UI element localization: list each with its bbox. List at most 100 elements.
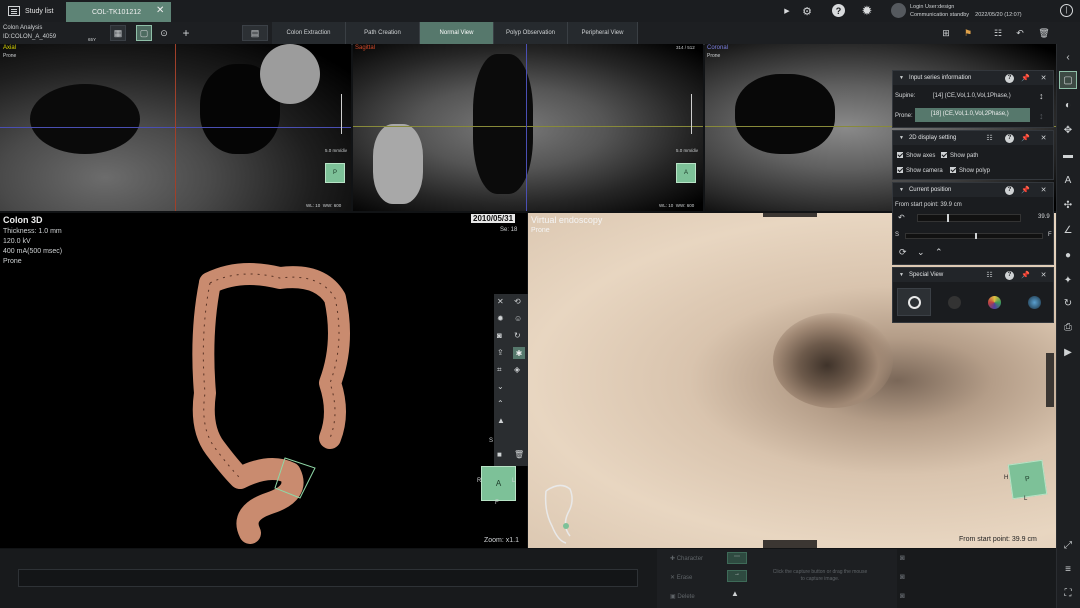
collapse-icon[interactable]: ▼ (899, 135, 904, 141)
endoscopy-orientation-cube[interactable]: P (1007, 459, 1048, 500)
polyp-icon[interactable]: ✦ (1061, 273, 1075, 287)
grid-icon[interactable]: ☷ (990, 25, 1006, 41)
help-icon[interactable]: ? (1005, 134, 1014, 143)
erase-button[interactable]: ✕ Erase (670, 574, 692, 581)
collapse-icon[interactable]: ▼ (899, 187, 904, 193)
delete-button[interactable]: ▣ Delete (670, 593, 695, 600)
grid-icon[interactable]: ☷ (985, 134, 994, 143)
position-slider[interactable] (917, 214, 1021, 222)
study-list-button[interactable]: Study list (8, 4, 53, 18)
arrow-tool-button[interactable]: → (727, 570, 747, 582)
menu-icon[interactable]: ≡ (1061, 562, 1075, 576)
chevron-up-icon[interactable]: ⌃ (935, 247, 943, 258)
pin-icon[interactable]: 📌 (1021, 134, 1030, 143)
trash-icon[interactable]: 🗑 (514, 450, 524, 459)
trash-icon[interactable]: 🗑 (1036, 25, 1052, 41)
capture-thumbnail-strip[interactable] (18, 569, 638, 587)
help-icon[interactable]: ? (1005, 271, 1014, 280)
pin-icon[interactable]: 📌 (1021, 186, 1030, 195)
show-axes-checkbox[interactable]: Show axes (897, 152, 935, 159)
rotate-icon[interactable]: ⟲ (514, 297, 521, 306)
pin-icon[interactable]: 📌 (1021, 74, 1030, 83)
close-icon[interactable]: ✕ (1039, 271, 1048, 280)
special-view-dark[interactable] (937, 288, 971, 316)
show-path-checkbox[interactable]: Show path (941, 152, 978, 159)
help-icon[interactable]: ? (1005, 186, 1014, 195)
help-icon[interactable]: ? (832, 4, 845, 17)
text-annotation-icon[interactable]: A (1061, 173, 1075, 187)
shapes-icon[interactable]: ▲ (731, 589, 739, 598)
special-view-fisheye[interactable] (897, 288, 931, 316)
play-icon[interactable]: ▶ (780, 4, 794, 18)
user-icon[interactable]: ☺ (514, 314, 522, 323)
close-icon[interactable]: ✕ (1039, 74, 1048, 83)
square-icon[interactable]: ■ (497, 450, 502, 459)
step-normal-view[interactable]: Normal View (420, 22, 494, 44)
colormap-icon[interactable]: ◈ (514, 365, 520, 374)
plus-icon[interactable]: + (178, 25, 194, 41)
line-style-button[interactable]: ⋯ (727, 552, 747, 564)
angle-icon[interactable]: ∠ (1061, 223, 1075, 237)
gear-icon[interactable]: ✹ (497, 314, 504, 323)
swap-icon[interactable]: ↕ (1039, 111, 1044, 121)
step-path-creation[interactable]: Path Creation (346, 22, 420, 44)
show-camera-checkbox[interactable]: Show camera (897, 167, 943, 174)
chevron-down-icon[interactable]: ⌄ (497, 382, 504, 391)
show-polyp-checkbox[interactable]: Show polyp (950, 167, 990, 174)
camera-icon[interactable]: ⊙ (156, 25, 172, 41)
special-view-color[interactable] (977, 288, 1011, 316)
route-slider[interactable] (905, 233, 1043, 239)
step-peripheral-view[interactable]: Peripheral View (568, 22, 638, 44)
video-icon[interactable]: ▶ (1061, 345, 1075, 359)
flip-icon[interactable]: ⟳ (899, 247, 907, 258)
export-icon[interactable]: ⚑ (960, 25, 976, 41)
path-tool-icon[interactable]: ▢ (1059, 71, 1077, 89)
refresh-icon[interactable]: ↻ (514, 331, 521, 340)
path-view-button[interactable]: ▢ (136, 25, 152, 41)
report-button[interactable]: ▤ (242, 25, 268, 41)
gear-icon[interactable]: ✹ (860, 3, 874, 18)
camera-icon[interactable]: ◙ (497, 331, 502, 340)
move-icon[interactable]: ✣ (1061, 198, 1075, 212)
close-icon[interactable]: ✕ (1039, 134, 1048, 143)
scroll-handle-bottom[interactable] (763, 540, 817, 548)
character-button[interactable]: ✚ Character (670, 555, 703, 562)
colon3d-orientation-cube[interactable]: A (481, 466, 516, 501)
camera-icon[interactable]: ◙ (900, 553, 905, 562)
slider-thumb[interactable] (947, 214, 949, 222)
prone-value[interactable]: [18] (CE,Vol,1.0,Vol,2Phase,) (915, 108, 1030, 122)
camera-icon[interactable]: ◙ (900, 591, 905, 600)
circle-icon[interactable]: ● (1061, 248, 1075, 262)
sagittal-viewport[interactable] (353, 44, 703, 211)
chevron-up-icon[interactable]: ⌃ (497, 399, 504, 408)
rotate-xyz-icon[interactable]: ↻ (1061, 296, 1075, 310)
camera-icon[interactable]: ◙ (900, 572, 905, 581)
close-icon[interactable]: ✕ (497, 297, 504, 306)
ruler-icon[interactable]: ▬ (1061, 148, 1075, 162)
collapse-icon[interactable]: ▼ (899, 75, 904, 81)
shapes-icon[interactable]: ▲ (497, 416, 505, 425)
reset-icon[interactable]: ↶ (898, 213, 905, 222)
print-icon[interactable]: ⎙ (1061, 320, 1075, 334)
layout-icon[interactable]: ⊞ (938, 25, 954, 41)
pin-icon[interactable]: 📌 (1021, 271, 1030, 280)
contrast-icon[interactable]: ◐ (1061, 98, 1075, 112)
colon-3d-viewport[interactable] (0, 213, 527, 548)
axial-orientation-cube[interactable]: P (325, 163, 345, 183)
swap-icon[interactable]: ↕ (1039, 91, 1044, 101)
export-icon[interactable]: ⇪ (497, 348, 504, 357)
camera-swap-icon[interactable]: ⚙ (800, 4, 814, 18)
scroll-handle-top[interactable] (763, 213, 817, 217)
special-view-unfold[interactable] (1017, 288, 1051, 316)
light-icon[interactable]: ✱ (513, 347, 525, 359)
pan-icon[interactable]: ✥ (1061, 123, 1075, 137)
axial-viewport[interactable] (0, 44, 351, 211)
help-icon[interactable]: ? (1005, 74, 1014, 83)
power-icon[interactable]: | (1060, 4, 1073, 17)
chevron-down-icon[interactable]: ⌄ (917, 247, 925, 258)
layout-grid-button[interactable]: ▦ (110, 25, 126, 41)
crop-icon[interactable]: ⌗ (497, 365, 502, 375)
sagittal-orientation-cube[interactable]: A (676, 163, 696, 183)
scroll-handle-right[interactable] (1046, 353, 1054, 407)
grid-icon[interactable]: ☷ (985, 271, 994, 280)
